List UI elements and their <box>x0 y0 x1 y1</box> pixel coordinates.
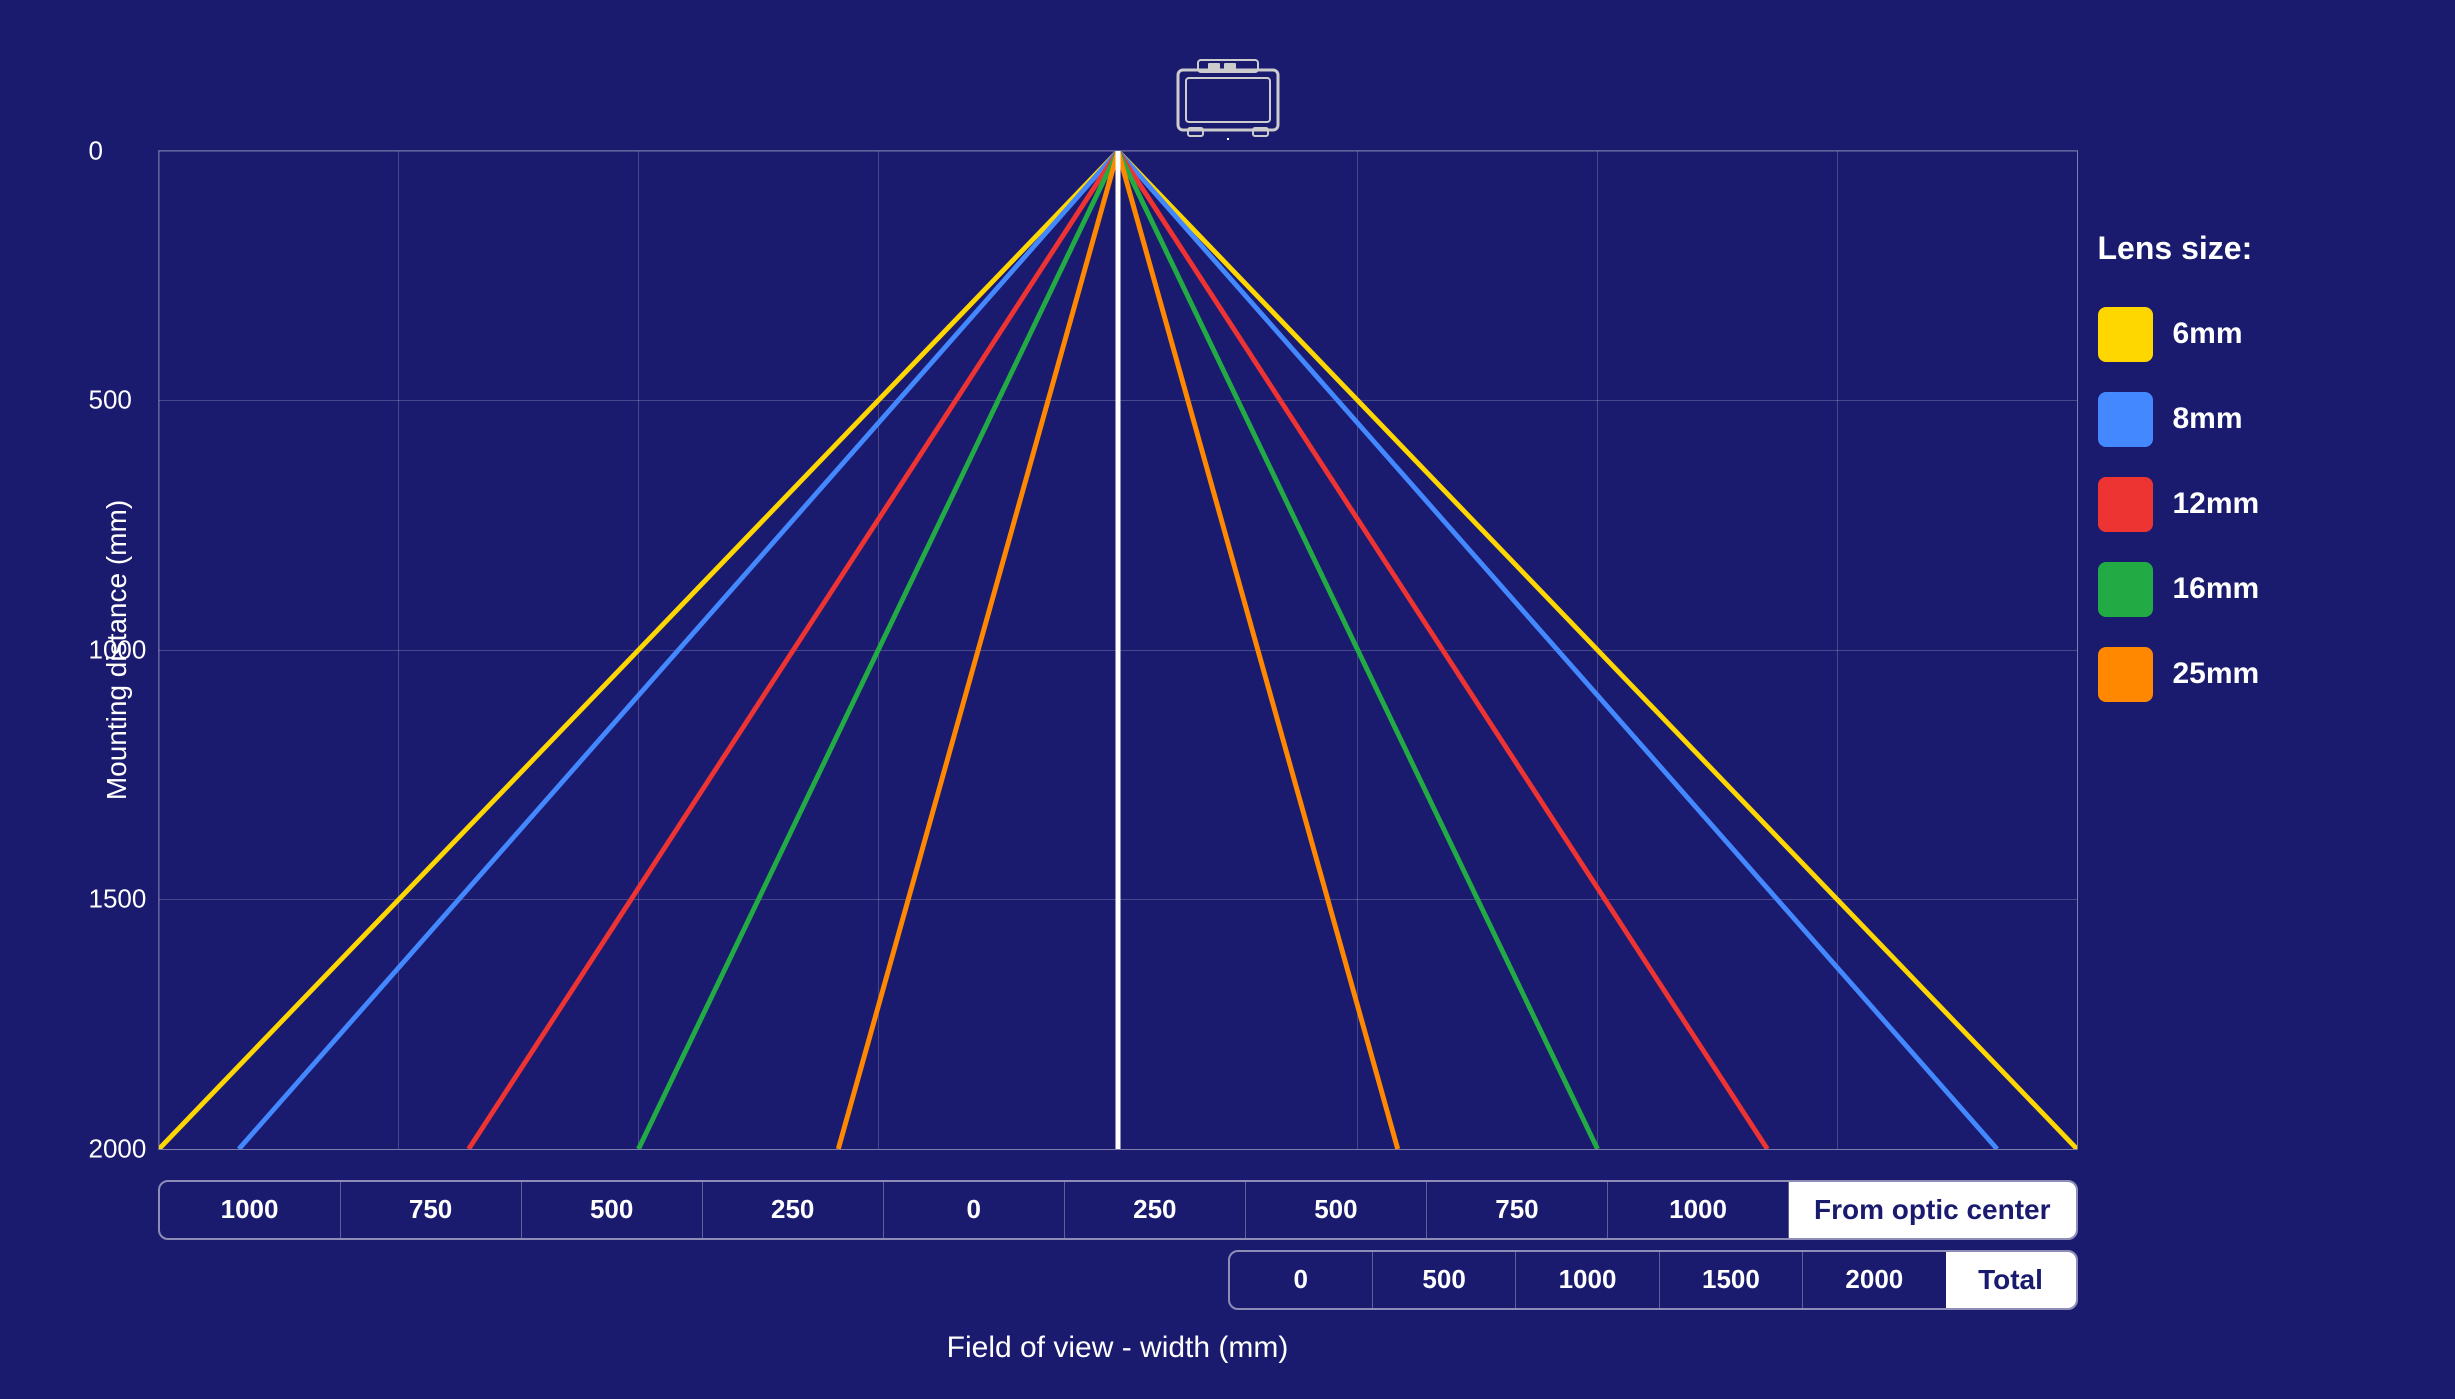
optic-tick-750-left: 750 <box>341 1182 522 1238</box>
optic-center-label: From optic center <box>1789 1182 2075 1238</box>
legend-title: Lens size: <box>2098 230 2358 267</box>
grid-v-8 <box>2077 151 2078 1149</box>
legend-label-6mm: 6mm <box>2173 317 2243 351</box>
legend-label-16mm: 16mm <box>2173 572 2260 606</box>
legend-label-25mm: 25mm <box>2173 657 2260 691</box>
legend-item-12mm: 12mm <box>2098 477 2358 532</box>
optic-tick-500-left: 500 <box>522 1182 703 1238</box>
optic-tick-1000-left: 1000 <box>160 1182 341 1238</box>
chart-area: 0 500 1000 1500 2000 <box>158 150 2078 1150</box>
legend-item-25mm: 25mm <box>2098 647 2358 702</box>
y-tick-1: 500 <box>89 385 132 416</box>
optic-tick-750-right: 750 <box>1427 1182 1608 1238</box>
optic-tick-1000-right: 1000 <box>1608 1182 1789 1238</box>
legend-label-8mm: 8mm <box>2173 402 2243 436</box>
legend-item-6mm: 6mm <box>2098 307 2358 362</box>
total-axis-bar: 0 500 1000 1500 2000 Total <box>1228 1250 2078 1310</box>
optic-tick-0: 0 <box>884 1182 1065 1238</box>
total-tick-1500: 1500 <box>1660 1252 1803 1308</box>
legend-item-8mm: 8mm <box>2098 392 2358 447</box>
total-tick-2000: 2000 <box>1803 1252 1945 1308</box>
main-container: Mounting distance (mm) 0 500 1000 1500 <box>0 0 2455 1399</box>
optic-tick-250-left: 250 <box>703 1182 884 1238</box>
legend-item-16mm: 16mm <box>2098 562 2358 617</box>
x-axis-label: Field of view - width (mm) <box>158 1331 2078 1365</box>
optic-center-axis-bar: 1000 750 500 250 0 250 500 750 1000 From… <box>158 1180 2078 1240</box>
total-label: Total <box>1946 1252 2076 1308</box>
y-tick-3: 1500 <box>89 884 147 915</box>
camera-icon <box>1168 50 1288 140</box>
legend-label-12mm: 12mm <box>2173 487 2260 521</box>
legend-swatch-25mm <box>2098 647 2153 702</box>
chart-wrapper: Mounting distance (mm) 0 500 1000 1500 <box>78 50 2378 1370</box>
total-tick-1000: 1000 <box>1516 1252 1659 1308</box>
legend-swatch-6mm <box>2098 307 2153 362</box>
legend: Lens size: 6mm 8mm 12mm 16mm 25mm <box>2098 230 2358 702</box>
optic-tick-500-right: 500 <box>1246 1182 1427 1238</box>
legend-swatch-8mm <box>2098 392 2153 447</box>
chart-svg <box>159 151 2077 1149</box>
total-tick-0: 0 <box>1230 1252 1373 1308</box>
legend-swatch-12mm <box>2098 477 2153 532</box>
total-tick-500: 500 <box>1373 1252 1516 1308</box>
y-tick-0: 0 <box>89 135 103 166</box>
grid-h-4 <box>159 1149 2077 1150</box>
optic-tick-250-right: 250 <box>1065 1182 1246 1238</box>
y-tick-2: 1000 <box>89 634 147 665</box>
y-tick-4: 2000 <box>89 1133 147 1164</box>
legend-swatch-16mm <box>2098 562 2153 617</box>
